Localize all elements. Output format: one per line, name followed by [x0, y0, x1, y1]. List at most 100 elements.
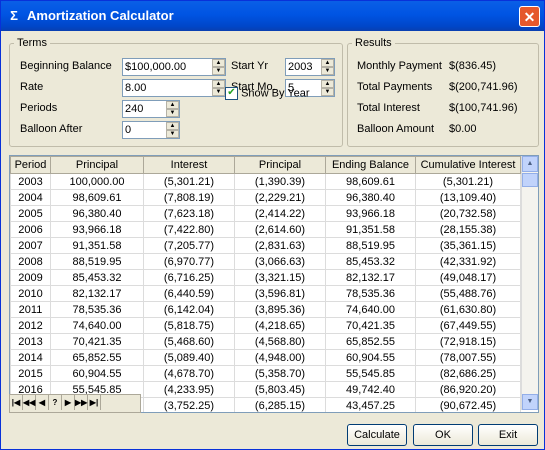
periods-spinner[interactable]: ▲ ▼	[166, 101, 179, 117]
table-cell[interactable]: (6,142.04)	[143, 301, 235, 318]
table-row[interactable]: 2007 91,351.58 (7,205.77) (2,831.63) 88,519.…	[10, 237, 521, 254]
next-record-icon[interactable]: ▶	[62, 395, 75, 410]
table-cell[interactable]: 82,132.17	[50, 285, 144, 302]
table-row[interactable]: 2010 82,132.17 (6,440.59) (3,596.81) 78,535.…	[10, 285, 521, 302]
table-cell[interactable]: 65,852.55	[325, 333, 416, 350]
table-cell[interactable]: 82,132.17	[325, 269, 416, 286]
table-cell[interactable]: 78,535.36	[50, 301, 144, 318]
table-cell[interactable]: 2006	[10, 221, 51, 238]
table-row[interactable]: 2003 100,000.00 (5,301.21) (1,390.39) 98,609…	[10, 173, 521, 190]
table-cell[interactable]: 91,351.58	[50, 237, 144, 254]
table-cell[interactable]: (35,361.15)	[415, 237, 521, 254]
table-cell[interactable]: (5,358.70)	[234, 365, 326, 382]
table-cell[interactable]: (42,331.92)	[415, 253, 521, 270]
column-header[interactable]: Period	[10, 156, 51, 174]
table-cell[interactable]: 2003	[10, 173, 51, 190]
scroll-thumb[interactable]	[522, 173, 538, 187]
table-cell[interactable]: (6,440.59)	[143, 285, 235, 302]
column-header[interactable]: Cumulative Interest	[415, 156, 521, 174]
table-cell[interactable]: (55,488.76)	[415, 285, 521, 302]
table-cell[interactable]: (3,321.15)	[234, 269, 326, 286]
start-year-spinner[interactable]: ▲ ▼	[321, 59, 334, 75]
table-row[interactable]: 2012 74,640.00 (5,818.75) (4,218.65) 70,421.…	[10, 317, 521, 334]
table-cell[interactable]: 2007	[10, 237, 51, 254]
table-cell[interactable]: (3,895.36)	[234, 301, 326, 318]
column-header[interactable]: Ending Balance	[325, 156, 416, 174]
start-month-spinner[interactable]: ▲ ▼	[321, 80, 334, 96]
start-year-input[interactable]	[288, 60, 318, 74]
rate-field[interactable]: ▲▼	[122, 79, 226, 97]
show-by-year-checkbox[interactable]: ✔ Show By Year	[225, 87, 310, 100]
table-cell[interactable]: (5,301.21)	[143, 173, 235, 190]
table-cell[interactable]: (1,390.39)	[234, 173, 326, 190]
table-cell[interactable]: 2010	[10, 285, 51, 302]
table-cell[interactable]: 55,545.85	[325, 365, 416, 382]
beginning-balance-field[interactable]: ▲▼	[122, 58, 226, 76]
table-cell[interactable]: 65,852.55	[50, 349, 144, 366]
table-cell[interactable]: 88,519.95	[50, 253, 144, 270]
table-row[interactable]: 2009 85,453.32 (6,716.25) (3,321.15) 82,132.…	[10, 269, 521, 286]
rate-spinner[interactable]: ▲ ▼	[212, 80, 225, 96]
table-cell[interactable]: 2005	[10, 205, 51, 222]
table-cell[interactable]: (4,678.70)	[143, 365, 235, 382]
table-cell[interactable]: (2,229.21)	[234, 189, 326, 206]
beginning-balance-input[interactable]	[125, 60, 209, 74]
table-cell[interactable]: (4,233.95)	[143, 381, 235, 398]
table-cell[interactable]: (6,285.15)	[234, 397, 326, 412]
table-cell[interactable]: (61,630.80)	[415, 301, 521, 318]
scroll-up-icon[interactable]: ▲	[522, 156, 538, 172]
table-cell[interactable]: 91,351.58	[325, 221, 416, 238]
table-cell[interactable]: 74,640.00	[325, 301, 416, 318]
periods-input[interactable]	[125, 102, 163, 116]
close-button[interactable]: ✕	[519, 6, 540, 27]
table-cell[interactable]: (28,155.38)	[415, 221, 521, 238]
table-cell[interactable]: (2,614.60)	[234, 221, 326, 238]
help-icon[interactable]: ?	[49, 395, 62, 410]
balloon-after-spinner[interactable]: ▲ ▼	[166, 122, 179, 138]
table-cell[interactable]: (2,414.22)	[234, 205, 326, 222]
table-cell[interactable]: (49,048.17)	[415, 269, 521, 286]
table-cell[interactable]: 60,904.55	[50, 365, 144, 382]
table-cell[interactable]: (3,596.81)	[234, 285, 326, 302]
table-cell[interactable]: (7,808.19)	[143, 189, 235, 206]
table-cell[interactable]: 70,421.35	[50, 333, 144, 350]
table-cell[interactable]: (78,007.55)	[415, 349, 521, 366]
table-cell[interactable]: 2008	[10, 253, 51, 270]
table-cell[interactable]: (67,449.55)	[415, 317, 521, 334]
table-row[interactable]: 2015 60,904.55 (4,678.70) (5,358.70) 55,545.…	[10, 365, 521, 382]
table-cell[interactable]: 96,380.40	[325, 189, 416, 206]
table-cell[interactable]: (3,752.25)	[143, 397, 235, 412]
column-header[interactable]: Interest	[143, 156, 235, 174]
table-cell[interactable]: 93,966.18	[50, 221, 144, 238]
start-year-field[interactable]: ▲▼	[285, 58, 335, 76]
table-cell[interactable]: (82,686.25)	[415, 365, 521, 382]
table-cell[interactable]: (5,468.60)	[143, 333, 235, 350]
table-row[interactable]: 2014 65,852.55 (5,089.40) (4,948.00) 60,904.…	[10, 349, 521, 366]
amortization-grid[interactable]: Period Principal Interest Principal Endi…	[9, 155, 539, 413]
table-cell[interactable]: (4,948.00)	[234, 349, 326, 366]
table-cell[interactable]: 85,453.32	[50, 269, 144, 286]
table-cell[interactable]: (13,109.40)	[415, 189, 521, 206]
column-header[interactable]: Principal	[50, 156, 144, 174]
table-cell[interactable]: 2014	[10, 349, 51, 366]
beginning-balance-spinner[interactable]: ▲ ▼	[212, 59, 225, 75]
table-cell[interactable]: (6,970.77)	[143, 253, 235, 270]
table-cell[interactable]: 60,904.55	[325, 349, 416, 366]
prev-page-icon[interactable]: ◀◀	[23, 395, 36, 410]
checkmark-icon[interactable]: ✔	[225, 87, 238, 100]
table-cell[interactable]: 98,609.61	[325, 173, 416, 190]
rate-input[interactable]	[125, 81, 209, 95]
table-cell[interactable]: 2004	[10, 189, 51, 206]
table-cell[interactable]: 49,742.40	[325, 381, 416, 398]
table-cell[interactable]: 2009	[10, 269, 51, 286]
table-cell[interactable]: 96,380.40	[50, 205, 144, 222]
table-cell[interactable]: 88,519.95	[325, 237, 416, 254]
table-row[interactable]: 2008 88,519.95 (6,970.77) (3,066.63) 85,453.…	[10, 253, 521, 270]
column-header[interactable]: Principal	[234, 156, 326, 174]
table-row[interactable]: 2004 98,609.61 (7,808.19) (2,229.21) 96,380.…	[10, 189, 521, 206]
table-cell[interactable]: (5,301.21)	[415, 173, 521, 190]
last-record-icon[interactable]: ▶|	[88, 395, 101, 410]
table-cell[interactable]: (86,920.20)	[415, 381, 521, 398]
table-cell[interactable]: (3,066.63)	[234, 253, 326, 270]
table-cell[interactable]: 78,535.36	[325, 285, 416, 302]
